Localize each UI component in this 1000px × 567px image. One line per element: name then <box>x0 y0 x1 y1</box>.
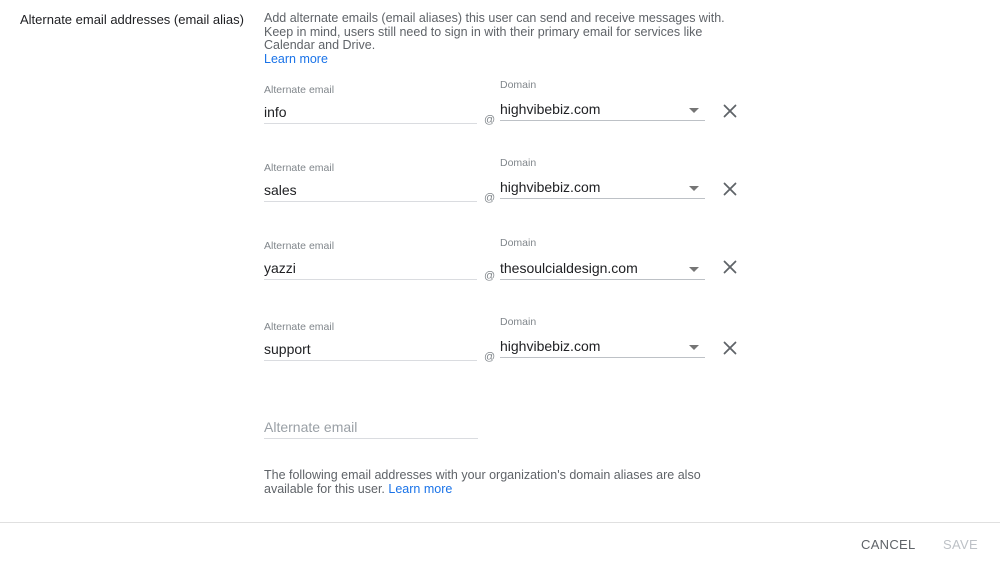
remove-alias-button[interactable] <box>721 180 739 198</box>
domain-label: Domain <box>500 316 537 328</box>
chevron-down-icon <box>689 108 699 113</box>
description-text: Add alternate emails (email aliases) thi… <box>264 11 725 53</box>
alternate-email-label: Alternate email <box>264 84 335 96</box>
at-symbol: @ <box>484 192 496 204</box>
section-label: Alternate email addresses (email alias) <box>20 12 244 27</box>
remove-alias-button[interactable] <box>721 258 739 276</box>
at-symbol: @ <box>484 114 496 126</box>
domain-value: highvibebiz.com <box>500 101 601 117</box>
alternate-email-input[interactable]: info <box>264 101 477 124</box>
footer-divider <box>0 522 1000 523</box>
domain-aliases-note: The following email addresses with your … <box>264 468 704 496</box>
remove-alias-button[interactable] <box>721 102 739 120</box>
remove-alias-button[interactable] <box>721 339 739 357</box>
domain-value: highvibebiz.com <box>500 179 601 195</box>
alternate-email-label: Alternate email <box>264 162 335 174</box>
chevron-down-icon <box>689 345 699 350</box>
domain-select[interactable]: thesoulcialdesign.com <box>500 257 705 280</box>
domain-select[interactable]: highvibebiz.com <box>500 176 705 199</box>
at-symbol: @ <box>484 270 496 282</box>
learn-more-link[interactable]: Learn more <box>264 52 328 66</box>
alias-settings-panel: Alternate email addresses (email alias) … <box>0 0 1000 567</box>
save-button[interactable]: SAVE <box>943 537 978 552</box>
domain-value: highvibebiz.com <box>500 338 601 354</box>
alternate-email-input[interactable]: yazzi <box>264 257 477 280</box>
domain-label: Domain <box>500 237 537 249</box>
alias-row: Alternate email Domain sales @ highvibeb… <box>0 156 1000 216</box>
note-text: The following email addresses with your … <box>264 468 701 496</box>
chevron-down-icon <box>689 267 699 272</box>
domain-select[interactable]: highvibebiz.com <box>500 98 705 121</box>
cancel-button[interactable]: CANCEL <box>861 537 916 552</box>
alternate-email-input[interactable]: sales <box>264 179 477 202</box>
at-symbol: @ <box>484 351 496 363</box>
domain-value: thesoulcialdesign.com <box>500 260 638 276</box>
note-learn-more-link[interactable]: Learn more <box>388 482 452 496</box>
alias-row: Alternate email Domain yazzi @ thesoulci… <box>0 234 1000 294</box>
domain-select[interactable]: highvibebiz.com <box>500 335 705 358</box>
alias-row: Alternate email Domain support @ highvib… <box>0 315 1000 375</box>
close-icon <box>723 341 737 355</box>
alternate-email-input[interactable]: support <box>264 338 477 361</box>
chevron-down-icon <box>689 186 699 191</box>
alias-row: Alternate email Domain info @ highvibebi… <box>0 78 1000 138</box>
close-icon <box>723 182 737 196</box>
close-icon <box>723 104 737 118</box>
domain-label: Domain <box>500 157 537 169</box>
new-alternate-email-input[interactable]: Alternate email <box>264 417 478 439</box>
alternate-email-label: Alternate email <box>264 240 335 252</box>
alternate-email-label: Alternate email <box>264 321 335 333</box>
domain-label: Domain <box>500 79 537 91</box>
close-icon <box>723 260 737 274</box>
section-description: Add alternate emails (email aliases) thi… <box>264 11 754 67</box>
